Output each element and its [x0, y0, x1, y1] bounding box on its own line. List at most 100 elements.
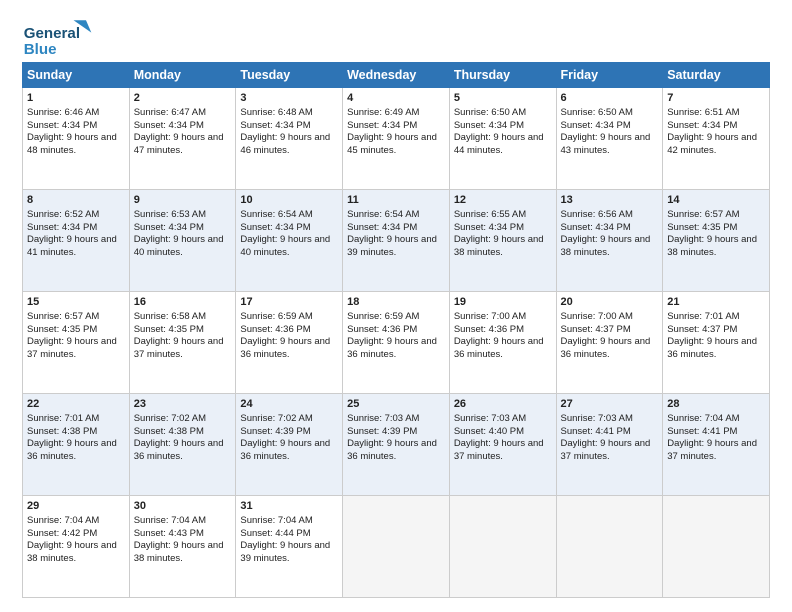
sunrise: Sunrise: 7:04 AM — [134, 515, 206, 526]
day-number: 31 — [240, 499, 338, 514]
col-header-sunday: Sunday — [23, 63, 130, 88]
sunrise: Sunrise: 7:04 AM — [27, 515, 99, 526]
day-number: 10 — [240, 193, 338, 208]
sunset: Sunset: 4:35 PM — [27, 324, 97, 335]
day-number: 8 — [27, 193, 125, 208]
calendar-cell: 24Sunrise: 7:02 AMSunset: 4:39 PMDayligh… — [236, 394, 343, 496]
sunrise: Sunrise: 7:03 AM — [454, 413, 526, 424]
daylight-label: Daylight: 9 hours and 36 minutes. — [561, 336, 651, 360]
daylight-label: Daylight: 9 hours and 43 minutes. — [561, 132, 651, 156]
calendar-cell: 31Sunrise: 7:04 AMSunset: 4:44 PMDayligh… — [236, 496, 343, 598]
calendar-cell — [343, 496, 450, 598]
calendar-cell: 4Sunrise: 6:49 AMSunset: 4:34 PMDaylight… — [343, 88, 450, 190]
day-number: 24 — [240, 397, 338, 412]
sunset: Sunset: 4:43 PM — [134, 528, 204, 539]
sunrise: Sunrise: 7:04 AM — [240, 515, 312, 526]
sunset: Sunset: 4:36 PM — [240, 324, 310, 335]
sunset: Sunset: 4:34 PM — [561, 120, 631, 131]
calendar-cell — [663, 496, 770, 598]
sunrise: Sunrise: 6:58 AM — [134, 311, 206, 322]
day-number: 17 — [240, 295, 338, 310]
calendar-cell: 21Sunrise: 7:01 AMSunset: 4:37 PMDayligh… — [663, 292, 770, 394]
sunrise: Sunrise: 6:59 AM — [240, 311, 312, 322]
daylight-label: Daylight: 9 hours and 36 minutes. — [347, 336, 437, 360]
sunrise: Sunrise: 7:00 AM — [561, 311, 633, 322]
day-number: 7 — [667, 91, 765, 106]
calendar-cell: 23Sunrise: 7:02 AMSunset: 4:38 PMDayligh… — [129, 394, 236, 496]
sunset: Sunset: 4:34 PM — [667, 120, 737, 131]
week-row-4: 22Sunrise: 7:01 AMSunset: 4:38 PMDayligh… — [23, 394, 770, 496]
calendar-cell: 8Sunrise: 6:52 AMSunset: 4:34 PMDaylight… — [23, 190, 130, 292]
sunset: Sunset: 4:35 PM — [134, 324, 204, 335]
calendar-cell: 7Sunrise: 6:51 AMSunset: 4:34 PMDaylight… — [663, 88, 770, 190]
sunset: Sunset: 4:37 PM — [561, 324, 631, 335]
daylight-label: Daylight: 9 hours and 37 minutes. — [27, 336, 117, 360]
calendar-cell: 6Sunrise: 6:50 AM Sunset: 4:34 PMDaylight… — [556, 88, 663, 190]
calendar-cell: 18Sunrise: 6:59 AMSunset: 4:36 PMDayligh… — [343, 292, 450, 394]
sunrise: Sunrise: 6:47 AM — [134, 107, 206, 118]
sunrise: Sunrise: 7:00 AM — [454, 311, 526, 322]
sunrise: Sunrise: 6:50 AM — [454, 107, 526, 118]
sunrise: Sunrise: 6:57 AM — [667, 209, 739, 220]
sunset: Sunset: 4:39 PM — [347, 426, 417, 437]
day-number: 19 — [454, 295, 552, 310]
sunrise: Sunrise: 6:48 AM — [240, 107, 312, 118]
sunrise: Sunrise: 6:50 AM — [561, 107, 633, 118]
daylight-label: Daylight: 9 hours and 38 minutes. — [134, 540, 224, 564]
daylight-label: Daylight: 9 hours and 41 minutes. — [27, 234, 117, 258]
calendar-cell: 13Sunrise: 6:56 AMSunset: 4:34 PMDayligh… — [556, 190, 663, 292]
day-number: 18 — [347, 295, 445, 310]
day-number: 12 — [454, 193, 552, 208]
day-number: 14 — [667, 193, 765, 208]
daylight-label: Daylight: 9 hours and 36 minutes. — [667, 336, 757, 360]
daylight-label: Daylight: 9 hours and 40 minutes. — [240, 234, 330, 258]
day-number: 6 — [561, 91, 659, 106]
daylight-label: Daylight: 9 hours and 40 minutes. — [134, 234, 224, 258]
sunrise: Sunrise: 7:03 AM — [347, 413, 419, 424]
daylight-label: Daylight: 9 hours and 37 minutes. — [454, 438, 544, 462]
calendar-cell: 12Sunrise: 6:55 AMSunset: 4:34 PMDayligh… — [449, 190, 556, 292]
sunset: Sunset: 4:39 PM — [240, 426, 310, 437]
sunrise: Sunrise: 7:03 AM — [561, 413, 633, 424]
col-header-tuesday: Tuesday — [236, 63, 343, 88]
sunset: Sunset: 4:34 PM — [134, 222, 204, 233]
page: General Blue SundayMondayTuesdayWednesda… — [0, 0, 792, 612]
daylight-label: Daylight: 9 hours and 38 minutes. — [667, 234, 757, 258]
daylight-label: Daylight: 9 hours and 36 minutes. — [134, 438, 224, 462]
sunrise: Sunrise: 6:53 AM — [134, 209, 206, 220]
sunset: Sunset: 4:41 PM — [561, 426, 631, 437]
sunset: Sunset: 4:41 PM — [667, 426, 737, 437]
sunrise: Sunrise: 7:04 AM — [667, 413, 739, 424]
calendar-cell: 26Sunrise: 7:03 AMSunset: 4:40 PMDayligh… — [449, 394, 556, 496]
daylight-label: Daylight: 9 hours and 39 minutes. — [347, 234, 437, 258]
calendar-cell: 20Sunrise: 7:00 AMSunset: 4:37 PMDayligh… — [556, 292, 663, 394]
calendar-cell: 27Sunrise: 7:03 AMSunset: 4:41 PMDayligh… — [556, 394, 663, 496]
logo: General Blue — [22, 18, 102, 58]
day-number: 21 — [667, 295, 765, 310]
sunset: Sunset: 4:44 PM — [240, 528, 310, 539]
calendar-cell: 15Sunrise: 6:57 AMSunset: 4:35 PMDayligh… — [23, 292, 130, 394]
day-number: 11 — [347, 193, 445, 208]
calendar-cell: 30Sunrise: 7:04 AMSunset: 4:43 PMDayligh… — [129, 496, 236, 598]
day-number: 22 — [27, 397, 125, 412]
sunset: Sunset: 4:34 PM — [240, 120, 310, 131]
calendar-header-row: SundayMondayTuesdayWednesdayThursdayFrid… — [23, 63, 770, 88]
sunset: Sunset: 4:34 PM — [27, 120, 97, 131]
sunrise: Sunrise: 7:01 AM — [667, 311, 739, 322]
daylight-label: Daylight: 9 hours and 38 minutes. — [454, 234, 544, 258]
calendar-cell: 10Sunrise: 6:54 AMSunset: 4:34 PMDayligh… — [236, 190, 343, 292]
sunrise: Sunrise: 6:46 AM — [27, 107, 99, 118]
daylight-label: Daylight: 9 hours and 36 minutes. — [27, 438, 117, 462]
sunset: Sunset: 4:36 PM — [347, 324, 417, 335]
sunset: Sunset: 4:34 PM — [134, 120, 204, 131]
daylight-label: Daylight: 9 hours and 36 minutes. — [240, 438, 330, 462]
sunrise: Sunrise: 6:55 AM — [454, 209, 526, 220]
day-number: 28 — [667, 397, 765, 412]
day-number: 5 — [454, 91, 552, 106]
col-header-wednesday: Wednesday — [343, 63, 450, 88]
sunrise: Sunrise: 6:51 AM — [667, 107, 739, 118]
calendar-cell: 19Sunrise: 7:00 AMSunset: 4:36 PMDayligh… — [449, 292, 556, 394]
calendar-cell: 25Sunrise: 7:03 AMSunset: 4:39 PMDayligh… — [343, 394, 450, 496]
sunrise: Sunrise: 7:01 AM — [27, 413, 99, 424]
sunset: Sunset: 4:34 PM — [27, 222, 97, 233]
